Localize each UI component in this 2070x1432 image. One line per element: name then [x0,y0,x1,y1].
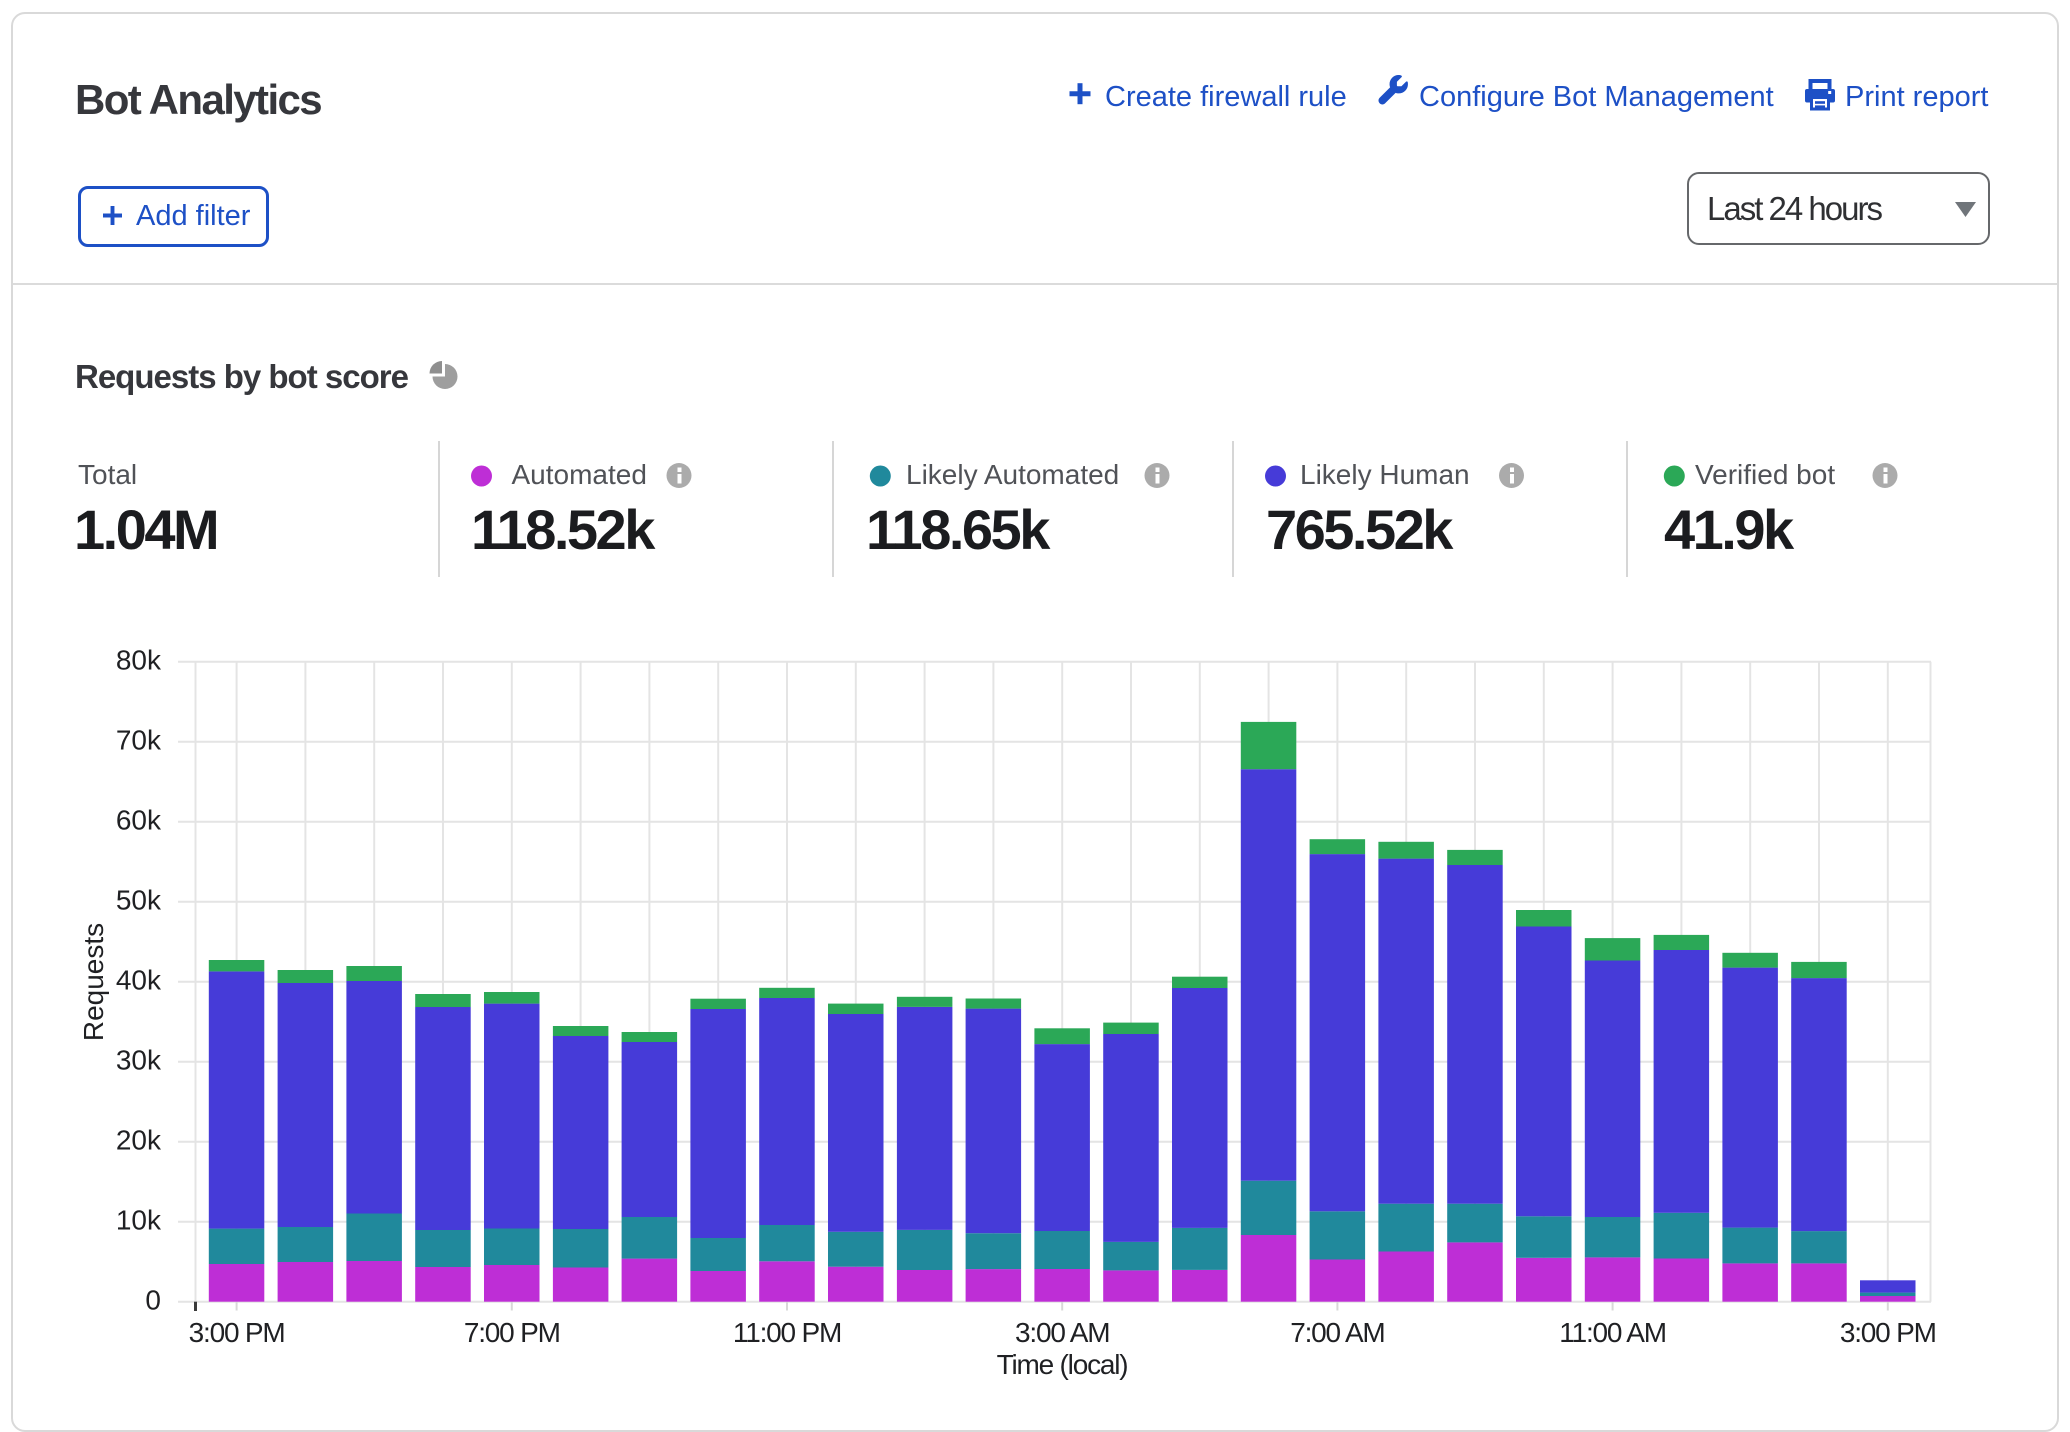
svg-text:11:00 AM: 11:00 AM [1559,1317,1666,1348]
svg-text:50k: 50k [116,885,162,916]
svg-text:7:00 AM: 7:00 AM [1290,1317,1384,1348]
svg-text:40k: 40k [116,965,162,996]
svg-text:60k: 60k [116,805,162,836]
svg-text:3:00 AM: 3:00 AM [1015,1317,1109,1348]
svg-text:10k: 10k [116,1205,162,1236]
svg-text:0: 0 [145,1285,161,1316]
svg-text:Requests: Requests [78,923,109,1041]
svg-text:Time (local): Time (local) [997,1349,1128,1380]
svg-text:3:00 PM: 3:00 PM [189,1317,285,1348]
svg-text:7:00 PM: 7:00 PM [464,1317,560,1348]
svg-text:3:00 PM: 3:00 PM [1840,1317,1936,1348]
svg-text:30k: 30k [116,1045,162,1076]
svg-text:20k: 20k [116,1125,162,1156]
svg-text:11:00 PM: 11:00 PM [733,1317,841,1348]
svg-text:70k: 70k [116,725,162,756]
svg-text:80k: 80k [116,645,162,676]
